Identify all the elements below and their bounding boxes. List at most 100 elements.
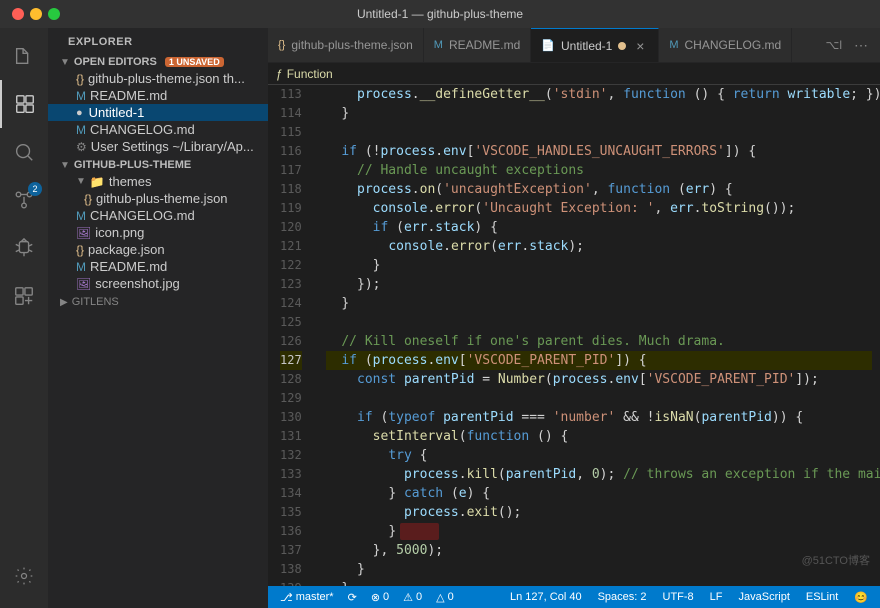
statusbar-errors[interactable]: ⊗ 0 (367, 586, 393, 608)
code-line-131: setInterval(function () { (326, 427, 872, 446)
tab-changelog[interactable]: M CHANGELOG.md (659, 28, 792, 62)
tab-changelog-icon: M (669, 39, 678, 51)
open-editors-header[interactable]: ▼ OPEN EDITORS 1 UNSAVED (48, 52, 268, 70)
open-editor-usersettings[interactable]: ⚙ User Settings ~/Library/Ap... (48, 138, 268, 155)
file-screenshot-label: screenshot.jpg (95, 276, 180, 291)
code-line-139: } (326, 579, 872, 586)
file-package-icon: {} (76, 243, 84, 257)
file-readme-label: README.md (90, 259, 167, 274)
scm-badge: 2 (28, 182, 42, 196)
code-line-127: if (process.env['VSCODE_PARENT_PID']) { (326, 351, 872, 370)
md-file-icon: M (76, 89, 86, 103)
open-editor-changelog-label: CHANGELOG.md (90, 122, 195, 137)
file-package-label: package.json (88, 242, 165, 257)
activitybar-debug[interactable] (0, 224, 48, 272)
code-line-117: // Handle uncaught exceptions (326, 161, 872, 180)
open-editor-untitled[interactable]: ● Untitled-1 (48, 104, 268, 121)
statusbar-alerts[interactable]: △ 0 (432, 586, 458, 608)
linter-label: ESLint (806, 591, 838, 603)
statusbar-language[interactable]: JavaScript (735, 586, 794, 608)
open-editor-readme[interactable]: M README.md (48, 87, 268, 104)
folder-themes-label: themes (109, 174, 152, 189)
window-title: Untitled-1 — github-plus-theme (357, 7, 523, 21)
file-changelog[interactable]: M CHANGELOG.md (48, 207, 268, 224)
file-icon-png[interactable]: 🖼 icon.png (48, 224, 268, 241)
project-folder-header[interactable]: ▼ GITHUB-PLUS-THEME (48, 155, 268, 173)
breadcrumb-function-label: Function (287, 67, 333, 81)
folder-themes[interactable]: ▼ 📁 themes (48, 173, 268, 190)
file-changelog-label: CHANGELOG.md (90, 208, 195, 223)
activitybar-files[interactable] (0, 32, 48, 80)
file-screenshot-jpg[interactable]: 🖼 screenshot.jpg (48, 275, 268, 292)
statusbar-encoding[interactable]: UTF-8 (659, 586, 698, 608)
activitybar-extensions[interactable] (0, 272, 48, 320)
statusbar-position[interactable]: Ln 127, Col 40 (506, 586, 586, 608)
code-line-129 (326, 389, 872, 408)
gitlens-section[interactable]: ▶ GITLENS (48, 292, 268, 312)
file-package-json[interactable]: {} package.json (48, 241, 268, 258)
activitybar-settings[interactable] (0, 552, 48, 600)
code-line-133: process.kill(parentPid, 0); // throws an… (326, 465, 872, 484)
sync-icon: ⟳ (348, 591, 357, 604)
statusbar-emoji[interactable]: 😊 (850, 586, 872, 608)
code-line-120: if (err.stack) { (326, 218, 872, 237)
code-editor[interactable]: 113 114 115 116 117 118 119 120 121 122 … (268, 85, 880, 586)
code-line-135: process.exit(); (326, 503, 872, 522)
warning-count: 0 (416, 591, 422, 603)
open-editor-json[interactable]: {} github-plus-theme.json th... (48, 70, 268, 87)
code-line-116: if (!process.env['VSCODE_HANDLES_UNCAUGH… (326, 142, 872, 161)
error-count: 0 (383, 591, 389, 603)
statusbar-branch[interactable]: ⎇ master* (276, 586, 338, 608)
close-button[interactable] (12, 8, 24, 20)
open-editor-changelog[interactable]: M CHANGELOG.md (48, 121, 268, 138)
tab-github-plus-theme-json[interactable]: {} github-plus-theme.json (268, 28, 424, 62)
project-chevron: ▼ (60, 160, 70, 171)
tab-modified-dot (618, 42, 626, 50)
more-actions-button[interactable]: ⋯ (850, 35, 872, 56)
code-line-122: } (326, 256, 872, 275)
code-content[interactable]: process.__defineGetter__('stdin', functi… (318, 85, 880, 586)
file-readme-md[interactable]: M README.md (48, 258, 268, 275)
gitlens-chevron: ▶ (60, 297, 68, 308)
statusbar-sync[interactable]: ⟳ (344, 586, 361, 608)
tab-changelog-label: CHANGELOG.md (685, 38, 782, 52)
tab-close-button[interactable]: × (632, 38, 648, 54)
maximize-button[interactable] (48, 8, 60, 20)
tab-untitled-1[interactable]: 📄 Untitled-1 × (531, 28, 659, 62)
editor-area: {} github-plus-theme.json M README.md 📄 … (268, 28, 880, 608)
code-line-126: // Kill oneself if one's parent dies. Mu… (326, 332, 872, 351)
line-numbers: 113 114 115 116 117 118 119 120 121 122 … (268, 85, 318, 586)
split-editor-button[interactable]: ⌥l (822, 36, 847, 54)
activitybar-scm[interactable]: 2 (0, 176, 48, 224)
warning-icon: ⚠ (403, 591, 413, 604)
branch-name: master* (296, 591, 334, 603)
statusbar-warnings[interactable]: ⚠ 0 (399, 586, 426, 608)
window-controls (12, 8, 60, 20)
breadcrumb-bar: ƒ Function (268, 63, 880, 85)
alert-count: 0 (448, 591, 454, 603)
open-editors-chevron: ▼ (60, 57, 70, 68)
theme-json-icon: {} (84, 192, 92, 206)
changelog-icon: M (76, 123, 86, 137)
code-line-137: }, 5000); (326, 541, 872, 560)
statusbar: ⎇ master* ⟳ ⊗ 0 ⚠ 0 △ 0 (268, 586, 880, 608)
code-line-121: console.error(err.stack); (326, 237, 872, 256)
project-folder-label: GITHUB-PLUS-THEME (74, 159, 191, 171)
tab-readme[interactable]: M README.md (424, 28, 532, 62)
code-line-136: } (326, 522, 872, 541)
code-line-123: }); (326, 275, 872, 294)
statusbar-spaces[interactable]: Spaces: 2 (594, 586, 651, 608)
breadcrumb-function-icon: ƒ (276, 67, 283, 81)
statusbar-linter[interactable]: ESLint (802, 586, 842, 608)
minimize-button[interactable] (30, 8, 42, 20)
code-line-113: process.__defineGetter__('stdin', functi… (326, 85, 872, 104)
app-container: 2 (0, 28, 880, 608)
json-file-icon: {} (76, 72, 84, 86)
activitybar-search[interactable] (0, 128, 48, 176)
activitybar-explorer[interactable] (0, 80, 48, 128)
code-line-115 (326, 123, 872, 142)
tab-json-icon: {} (278, 39, 285, 51)
statusbar-right: Ln 127, Col 40 Spaces: 2 UTF-8 LF JavaSc… (506, 586, 872, 608)
file-theme-json[interactable]: {} github-plus-theme.json (48, 190, 268, 207)
statusbar-line-endings[interactable]: LF (706, 586, 727, 608)
